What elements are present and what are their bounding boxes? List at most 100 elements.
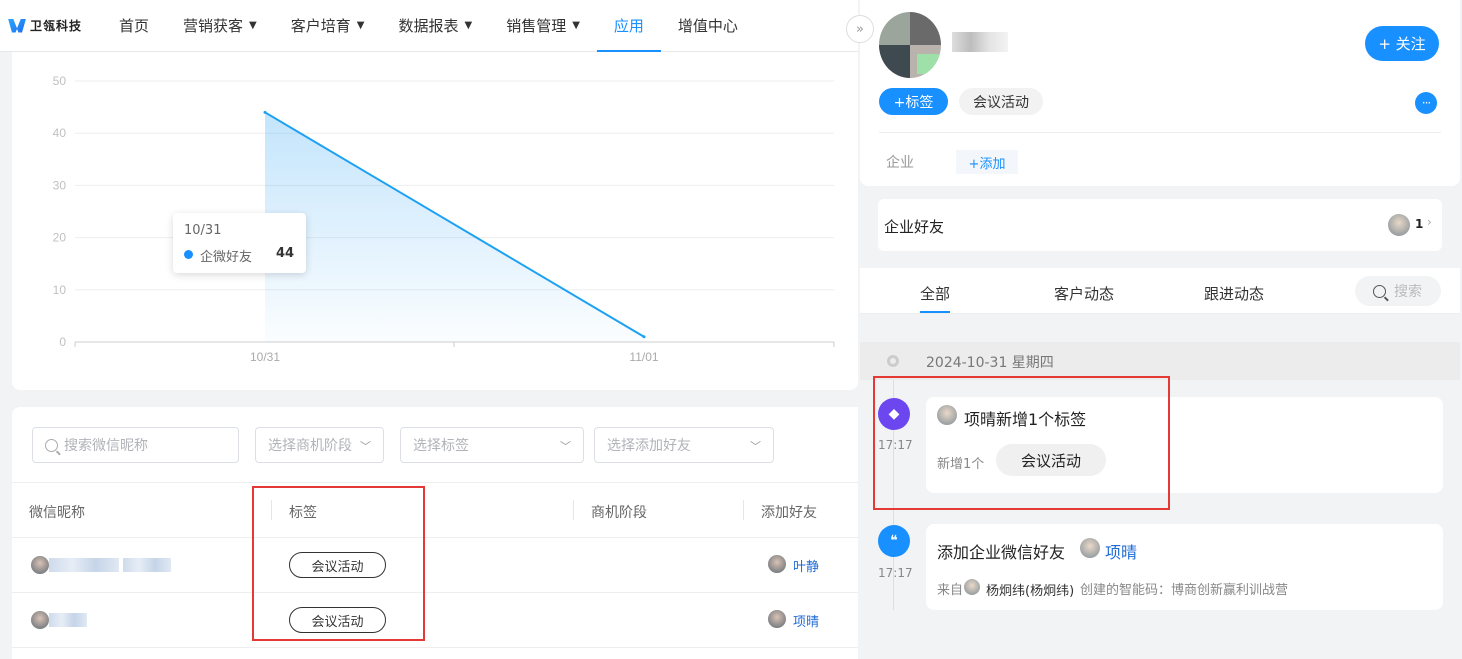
- tab-all[interactable]: 全部: [920, 283, 951, 313]
- customer-table-card: 搜索微信昵称 选择商机阶段 ﹀ 选择标签 ﹀ 选择添加好友 ﹀ 微信昵称 标签 …: [12, 407, 858, 659]
- col-nickname[interactable]: 微信昵称: [29, 502, 85, 522]
- tag-pill: 会议活动: [289, 607, 386, 633]
- tag-chip: 会议活动: [996, 444, 1106, 476]
- x-tick-label: 10/31: [250, 350, 280, 364]
- timeline-date: 2024-10-31 星期四: [926, 355, 1054, 371]
- more-icon[interactable]: ···: [1415, 92, 1437, 114]
- event-from-person: 杨炯纬(杨炯纬): [986, 584, 1075, 599]
- table-row[interactable]: 会议活动 项晴: [12, 593, 858, 648]
- search-nickname-input[interactable]: 搜索微信昵称: [32, 427, 239, 463]
- nav-label: 增值中心: [677, 17, 738, 35]
- customer-name-redacted: [952, 32, 1008, 52]
- chevron-down-icon: ▼: [464, 20, 473, 31]
- nav-item-value-center[interactable]: 增值中心: [661, 0, 755, 52]
- follow-button[interactable]: + 关注: [1365, 26, 1439, 61]
- chevron-down-icon: ▼: [572, 20, 580, 31]
- stage-placeholder: 选择商机阶段: [268, 438, 352, 454]
- column-divider[interactable]: [743, 500, 744, 520]
- data-point: [642, 335, 646, 339]
- chat-icon: ❝: [878, 525, 910, 557]
- data-point: [263, 110, 267, 114]
- event-title: 添加企业微信好友: [937, 543, 1066, 562]
- event-card-add-friend[interactable]: 添加企业微信好友 项晴 来自 杨炯纬(杨炯纬) 创建的智能码：博商创新赢利训战营: [926, 524, 1443, 610]
- tab-followup-activity[interactable]: 跟进动态: [1204, 283, 1264, 304]
- series-dot: [184, 250, 193, 259]
- friend-select[interactable]: 选择添加好友 ﹀: [594, 427, 774, 463]
- nav-label: 销售管理: [506, 17, 567, 35]
- table-row[interactable]: 会议活动 叶静: [12, 538, 858, 593]
- column-divider[interactable]: [271, 500, 272, 520]
- avatar: [937, 405, 957, 425]
- collapse-toggle[interactable]: »: [846, 15, 874, 43]
- avatar[interactable]: [879, 12, 941, 78]
- search-placeholder: 搜索微信昵称: [64, 438, 148, 454]
- nav-item-home[interactable]: 首页: [102, 0, 166, 52]
- friends-count: 1: [1415, 217, 1424, 231]
- event-subtitle: 新增1个: [937, 457, 985, 472]
- event-person-link[interactable]: 项晴: [1105, 539, 1137, 563]
- brand-logo[interactable]: 卫瓴科技: [8, 17, 82, 34]
- search-icon: [1373, 284, 1386, 298]
- company-label: 企业: [886, 155, 914, 171]
- brand-name: 卫瓴科技: [30, 19, 83, 33]
- column-divider[interactable]: [573, 500, 574, 520]
- event-time: 17:17: [878, 438, 913, 452]
- y-tick-label: 10: [53, 283, 67, 297]
- friend-name[interactable]: 叶静: [793, 556, 819, 575]
- avatar: [1080, 538, 1100, 558]
- nav-label: 客户培育: [290, 17, 351, 35]
- x-tick-label: 11/01: [629, 350, 658, 364]
- nav-item-sales[interactable]: 销售管理 ▼: [489, 0, 597, 52]
- event-title: 项晴新增1个标签: [964, 410, 1087, 429]
- avatar: [768, 555, 786, 573]
- activity-search-input[interactable]: 搜索: [1355, 276, 1441, 306]
- y-tick-label: 40: [53, 126, 67, 140]
- event-time: 17:17: [878, 566, 913, 580]
- enterprise-friends-row[interactable]: 企业好友 1 ›: [878, 199, 1442, 251]
- tag-select[interactable]: 选择标签 ﹀: [400, 427, 584, 463]
- col-tag[interactable]: 标签: [289, 502, 317, 522]
- nav-item-reports[interactable]: 数据报表 ▼: [381, 0, 489, 52]
- friend-placeholder: 选择添加好友: [607, 438, 691, 454]
- tag-icon: ◆: [878, 398, 910, 430]
- nickname-redacted: [123, 558, 171, 572]
- nav-item-apps[interactable]: 应用: [596, 0, 661, 52]
- chevron-right-icon: ›: [1427, 215, 1432, 229]
- search-placeholder: 搜索: [1394, 284, 1422, 300]
- nav-item-marketing[interactable]: 营销获客 ▼: [166, 0, 274, 52]
- col-stage[interactable]: 商机阶段: [591, 502, 647, 522]
- nav-label: 首页: [119, 17, 150, 35]
- table-header: 微信昵称 标签 商机阶段 添加好友: [12, 482, 858, 538]
- avatar: [31, 556, 49, 574]
- profile-card: + 关注 +标签 会议活动 ··· 企业 +添加: [860, 0, 1460, 186]
- chart-tooltip: 10/31 企微好友 44: [173, 213, 306, 273]
- top-nav: 卫瓴科技 首页 营销获客 ▼ 客户培育 ▼ 数据报表 ▼ 销售管理 ▼ 应用 增值中心: [0, 0, 858, 52]
- friend-name[interactable]: 项晴: [793, 611, 819, 630]
- nav-item-nurture[interactable]: 客户培育 ▼: [274, 0, 382, 52]
- nav-label: 营销获客: [183, 17, 244, 35]
- tooltip-value: 44: [276, 246, 295, 261]
- nickname-redacted: [49, 558, 119, 572]
- chevron-down-icon: ▼: [249, 20, 257, 31]
- tag-pill: 会议活动: [289, 552, 386, 578]
- add-company-button[interactable]: +添加: [956, 150, 1018, 174]
- avatar: [1388, 214, 1410, 236]
- activity-timeline: 2024-10-31 星期四 ◆ 17:17 项晴新增1个标签 新增1个 会议活…: [860, 314, 1460, 659]
- event-card-tag[interactable]: 项晴新增1个标签 新增1个 会议活动: [926, 397, 1443, 493]
- chevron-down-icon: ▼: [356, 20, 365, 31]
- add-tag-button[interactable]: +标签: [879, 88, 948, 115]
- col-friend[interactable]: 添加好友: [761, 502, 817, 522]
- tag-placeholder: 选择标签: [413, 438, 469, 454]
- search-icon: [45, 438, 58, 452]
- divider: [879, 132, 1441, 133]
- y-tick-label: 30: [53, 178, 67, 192]
- nav-label: 应用: [613, 17, 644, 35]
- y-tick-label: 20: [53, 231, 67, 245]
- nickname-redacted: [49, 613, 87, 627]
- event-detail: 创建的智能码：博商创新赢利训战营: [1080, 583, 1289, 598]
- avatar: [31, 611, 49, 629]
- tab-customer-activity[interactable]: 客户动态: [1054, 283, 1114, 304]
- main-app: 卫瓴科技 首页 营销获客 ▼ 客户培育 ▼ 数据报表 ▼ 销售管理 ▼ 应用 增值中心 …: [0, 0, 858, 659]
- event-from-label: 来自: [937, 583, 964, 598]
- stage-select[interactable]: 选择商机阶段 ﹀: [255, 427, 384, 463]
